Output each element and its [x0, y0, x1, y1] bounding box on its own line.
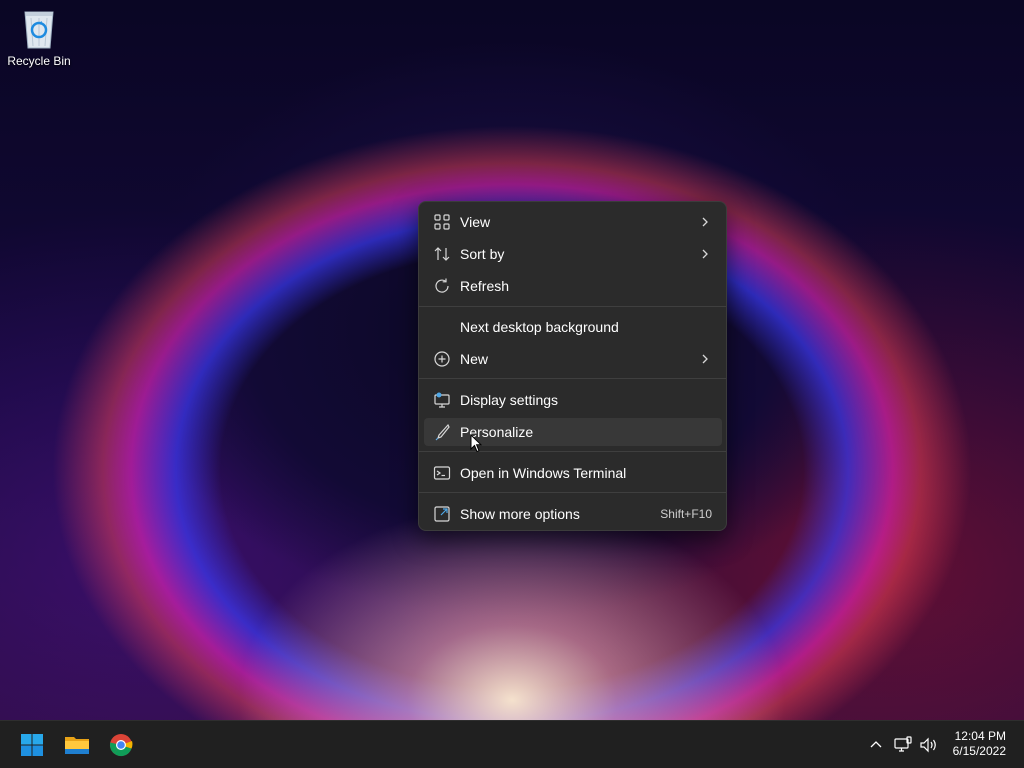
terminal-icon: [433, 464, 451, 482]
more-options-icon: [433, 505, 451, 523]
menu-item-display-settings[interactable]: Display settings: [424, 386, 722, 414]
chrome-icon: [105, 734, 137, 765]
desktop-icon-recycle-bin[interactable]: Recycle Bin: [4, 6, 74, 68]
chevron-right-icon: [700, 213, 710, 231]
menu-item-next-desktop-background[interactable]: Next desktop background: [424, 313, 722, 341]
menu-item-label: Show more options: [460, 506, 580, 522]
desktop-icon-label: Recycle Bin: [7, 54, 71, 68]
menu-item-label: Refresh: [460, 278, 510, 294]
grid-icon: [433, 213, 451, 231]
menu-separator: [419, 378, 726, 379]
menu-item-new[interactable]: New: [424, 345, 722, 373]
menu-item-personalize[interactable]: Personalize: [424, 418, 722, 446]
recycle-bin-icon: [19, 6, 59, 50]
menu-item-refresh[interactable]: Refresh: [424, 272, 722, 300]
start-button[interactable]: [16, 729, 48, 761]
menu-item-label: Open in Windows Terminal: [460, 465, 627, 481]
clock-time: 12:04 PM: [954, 729, 1006, 743]
network-icon[interactable]: [893, 735, 913, 755]
menu-separator: [419, 451, 726, 452]
mouse-pointer-icon: [470, 433, 483, 453]
menu-item-label: Next desktop background: [460, 319, 619, 335]
desktop-context-menu: View Sort by Refresh Next desktop backgr…: [418, 201, 727, 531]
refresh-icon: [433, 277, 451, 295]
menu-separator: [419, 306, 726, 307]
menu-item-view[interactable]: View: [424, 208, 722, 236]
desktop[interactable]: Recycle Bin View Sort by Refresh Next de…: [0, 0, 1024, 720]
menu-item-label: Sort by: [460, 246, 505, 262]
menu-item-show-more-options[interactable]: Show more options Shift+F10: [424, 500, 722, 528]
folder-icon: [61, 737, 93, 765]
menu-item-label: Display settings: [460, 392, 559, 408]
sort-icon: [433, 245, 451, 263]
menu-separator: [419, 492, 726, 493]
chrome-button[interactable]: [105, 729, 137, 761]
chevron-right-icon: [700, 245, 710, 263]
clock-date: 6/15/2022: [952, 744, 1006, 758]
chevron-right-icon: [700, 350, 710, 368]
clock[interactable]: 12:04 PM 6/15/2022: [953, 729, 1006, 759]
menu-item-label: View: [460, 214, 491, 230]
windows-logo-icon: [16, 734, 48, 765]
file-explorer-button[interactable]: [61, 729, 93, 761]
plus-circle-icon: [433, 350, 451, 368]
brush-icon: [433, 423, 451, 441]
volume-icon[interactable]: [918, 735, 938, 755]
menu-item-label: New: [460, 351, 489, 367]
chevron-up-icon[interactable]: [866, 735, 886, 755]
shortcut-hint: Shift+F10: [660, 507, 712, 521]
menu-item-open-in-terminal[interactable]: Open in Windows Terminal: [424, 459, 722, 487]
taskbar: 12:04 PM 6/15/2022: [0, 720, 1024, 768]
display-settings-icon: [433, 391, 451, 409]
menu-item-sort-by[interactable]: Sort by: [424, 240, 722, 268]
